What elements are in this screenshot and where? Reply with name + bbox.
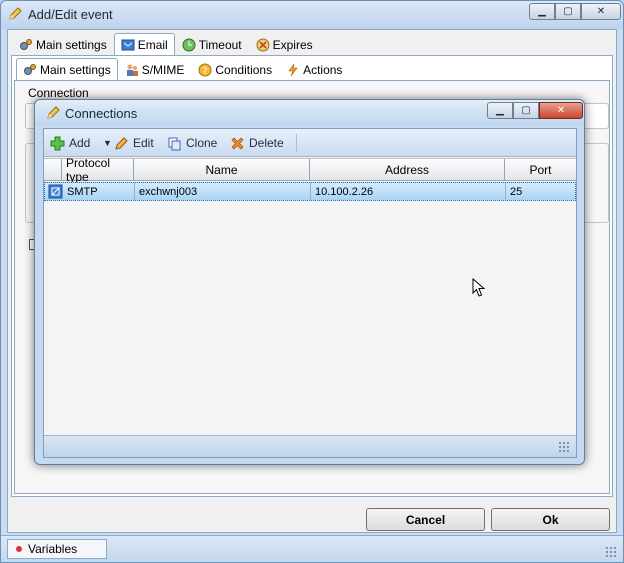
cell-name: exchwnj003 <box>135 183 311 200</box>
column-header-address[interactable]: Address <box>310 159 505 181</box>
tab-main-settings[interactable]: Main settings <box>12 33 114 55</box>
dropdown-arrow-icon: ▼ <box>103 138 112 148</box>
ok-button[interactable]: Ok <box>491 508 610 531</box>
connection-icon <box>48 184 63 199</box>
clone-label: Clone <box>186 136 218 150</box>
edit-label: Edit <box>133 136 154 150</box>
dialog-close-button[interactable]: ✕ <box>539 102 583 119</box>
resize-grip-icon[interactable] <box>558 441 570 453</box>
table-row[interactable]: SMTP exchwnj003 10.100.2.26 25 <box>44 182 576 201</box>
window-controls: ▁ ▢ ✕ <box>529 3 621 21</box>
users-icon <box>126 64 138 76</box>
connection-group-label: Connection <box>25 86 92 100</box>
pencil-icon <box>47 106 60 119</box>
clock-icon <box>182 38 196 51</box>
pencil-icon <box>115 136 128 150</box>
maximize-icon: ▢ <box>521 105 531 116</box>
gears-icon <box>20 38 32 50</box>
window-titlebar[interactable]: Add/Edit event ▁ ▢ ✕ <box>1 1 623 29</box>
cancel-button[interactable]: Cancel <box>366 508 485 531</box>
close-icon: ✕ <box>596 6 606 17</box>
email-icon <box>121 39 135 50</box>
column-header-name[interactable]: Name <box>134 159 310 181</box>
subtab-actions[interactable]: Actions <box>279 58 349 80</box>
subtab-main-settings[interactable]: Main settings <box>16 58 118 80</box>
close-button[interactable]: ✕ <box>581 3 621 20</box>
maximize-button[interactable]: ▢ <box>555 3 581 20</box>
tab-expires[interactable]: Expires <box>249 33 320 55</box>
grid-footer <box>44 435 576 457</box>
dialog-title: Connections <box>65 106 138 121</box>
minimize-icon: ▁ <box>496 105 504 116</box>
mouse-cursor-icon <box>472 278 486 297</box>
cell-address: 10.100.2.26 <box>311 183 506 200</box>
window-title: Add/Edit event <box>28 7 113 22</box>
variables-tab[interactable]: Variables <box>7 539 107 559</box>
subtab-label: Actions <box>303 62 343 77</box>
subtab-smime[interactable]: S/MIME <box>118 58 192 80</box>
svg-text:?: ? <box>203 66 208 77</box>
subtab-conditions[interactable]: ? Conditions <box>191 58 279 80</box>
column-header-protocol[interactable]: Protocol type <box>62 156 134 184</box>
column-header-port[interactable]: Port <box>505 159 576 181</box>
sub-tab-row: Main settings S/MIME ? Conditions Action… <box>16 58 349 80</box>
toolbar-separator <box>296 134 297 152</box>
tab-label: Expires <box>272 37 313 52</box>
connections-grid: Protocol type Name Address Port SMTP exc… <box>44 156 576 435</box>
status-dot-icon <box>16 546 22 552</box>
delete-label: Delete <box>249 136 284 150</box>
resize-grip-icon[interactable] <box>605 546 617 558</box>
close-icon: ✕ <box>556 105 566 116</box>
connections-dialog: Connections ▁ ▢ ✕ Add ▼ Edit Clone Delet… <box>34 99 585 465</box>
tab-label: Timeout <box>198 37 242 52</box>
copy-icon <box>168 137 181 150</box>
pencil-icon <box>9 7 22 20</box>
dialog-titlebar[interactable]: Connections ▁ ▢ ✕ <box>35 100 584 126</box>
add-dropdown-button[interactable]: ▼ <box>103 134 112 152</box>
question-icon: ? <box>198 63 212 77</box>
tab-label: Main settings <box>36 37 107 52</box>
delete-button[interactable]: Delete <box>230 134 284 152</box>
status-bar: Variables <box>1 535 623 562</box>
tab-timeout[interactable]: Timeout <box>175 33 249 55</box>
delete-icon <box>231 137 244 149</box>
dialog-body: Add ▼ Edit Clone Delete Protocol type Na… <box>43 128 577 458</box>
lightning-icon <box>288 63 298 76</box>
main-tab-row: Main settings Email Timeout Expires <box>12 33 320 55</box>
tab-label: Email <box>137 37 168 52</box>
maximize-icon: ▢ <box>563 6 573 17</box>
connections-toolbar: Add ▼ Edit Clone Delete <box>44 129 576 157</box>
row-indicator-header <box>44 159 62 181</box>
dialog-minimize-button[interactable]: ▁ <box>487 102 513 119</box>
dialog-controls: ▁ ▢ ✕ <box>487 102 583 120</box>
minimize-icon: ▁ <box>538 6 546 17</box>
dialog-maximize-button[interactable]: ▢ <box>513 102 539 119</box>
subtab-label: S/MIME <box>141 62 185 77</box>
tab-email[interactable]: Email <box>113 33 175 55</box>
plus-icon <box>50 136 65 150</box>
subtab-label: Main settings <box>40 62 111 77</box>
gears-icon <box>24 63 36 75</box>
grid-header: Protocol type Name Address Port <box>44 156 576 184</box>
clone-button[interactable]: Clone <box>167 134 217 152</box>
cell-port: 25 <box>510 185 523 198</box>
minimize-button[interactable]: ▁ <box>529 3 555 20</box>
expires-icon <box>256 38 270 51</box>
variables-label: Variables <box>28 542 78 556</box>
subtab-label: Conditions <box>215 62 273 77</box>
add-label: Add <box>69 136 91 150</box>
add-button[interactable]: Add <box>50 134 90 152</box>
cell-protocol: SMTP <box>63 183 135 200</box>
edit-button[interactable]: Edit <box>114 134 154 152</box>
